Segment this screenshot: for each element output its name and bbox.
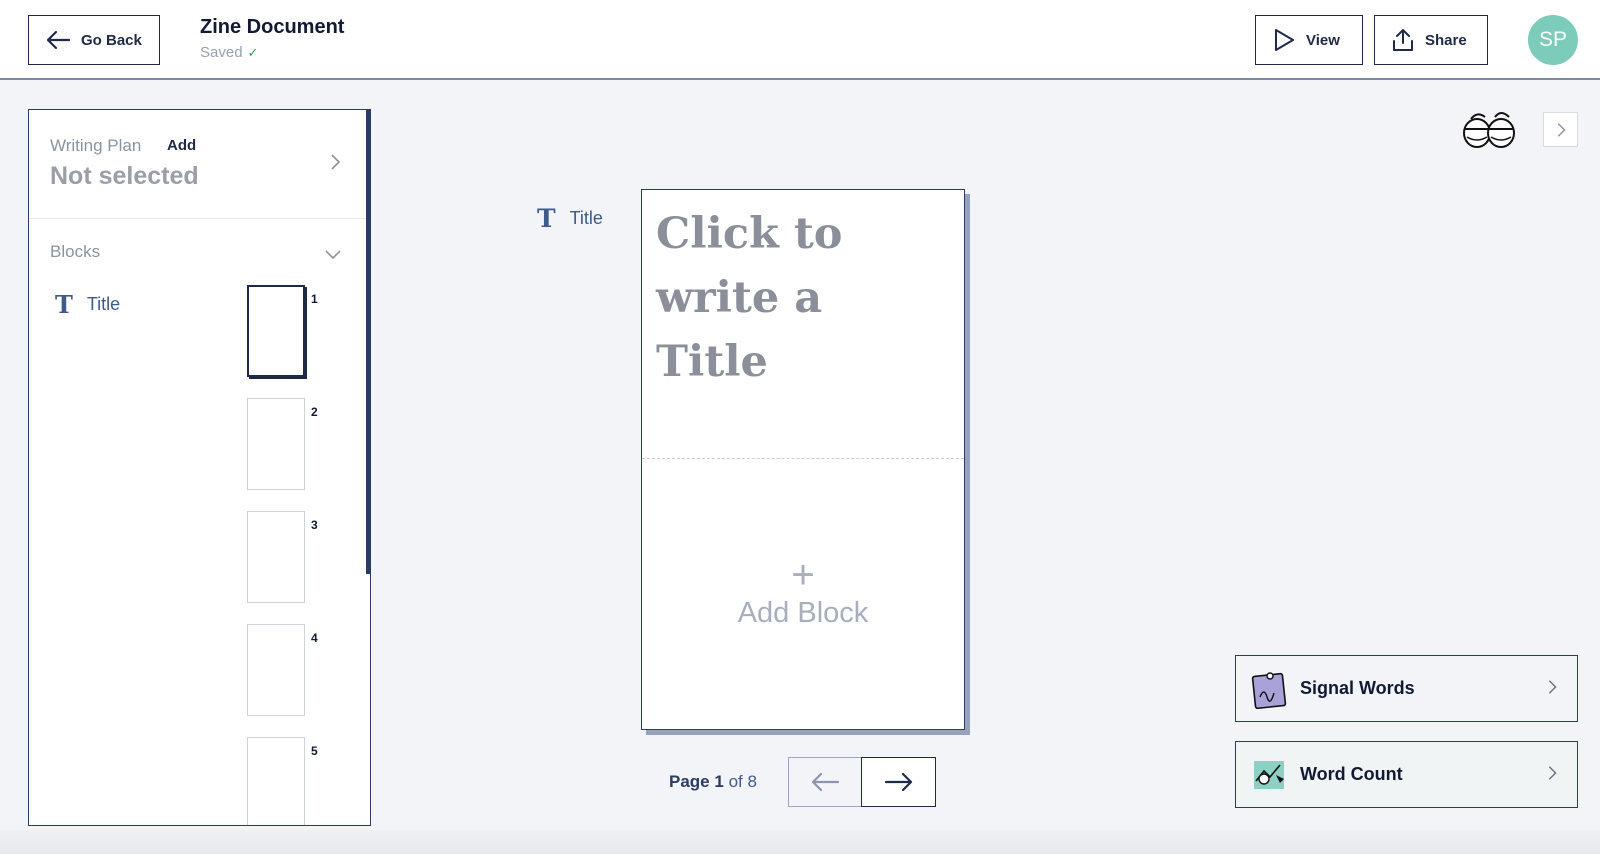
block-divider [642,458,964,459]
page-total: of 8 [728,772,757,791]
page-thumbnail-3[interactable] [247,511,305,603]
page-indicator: Page 1 of 8 [669,772,757,792]
sticky-note-icon [1251,671,1287,709]
view-button[interactable]: View [1255,15,1363,65]
share-button[interactable]: Share [1374,15,1488,65]
share-label: Share [1425,31,1467,49]
view-label: View [1306,31,1340,49]
writing-plan-label: Writing Plan [50,136,142,155]
avatar[interactable]: SP [1528,15,1578,65]
block-item-label: Title [86,294,121,314]
add-block-label: Add Block [737,597,869,629]
title-placeholder[interactable]: Click to write a Title [656,202,946,394]
go-back-button[interactable]: Go Back [28,15,160,65]
writing-plan-add-link[interactable]: Add [167,137,196,154]
signal-words-label: Signal Words [1300,678,1415,698]
arrow-left-icon [811,772,840,792]
page-thumbnail-5[interactable] [247,737,305,825]
mascot-eyes-icon[interactable] [1461,107,1519,151]
block-item-title[interactable]: T Title [55,290,120,319]
chevron-right-icon [1548,680,1557,694]
next-page-button[interactable] [861,757,936,807]
counting-icon [1254,760,1284,789]
save-status: Saved ✓ [200,44,258,61]
previous-page-button[interactable] [788,757,862,807]
blocks-label: Blocks [50,242,101,261]
signal-words-card[interactable]: Signal Words [1235,655,1578,722]
page-thumbnail-number: 2 [311,405,318,419]
page-thumbnail-1[interactable] [247,285,305,377]
page-thumbnail-4[interactable] [247,624,305,716]
page-thumbnail-number: 5 [311,744,318,758]
divider [29,218,370,219]
document-title: Zine Document [200,16,345,38]
title-icon: T [537,204,556,233]
play-icon [1275,29,1294,51]
writing-plan-value[interactable]: Not selected [50,162,199,191]
page-current: 1 [714,772,724,791]
page-thumbnail-2[interactable] [247,398,305,490]
chevron-right-icon [1548,766,1557,780]
block-side-label: T Title [537,204,603,233]
page-prefix: Page [669,772,710,791]
word-count-card[interactable]: Word Count [1235,741,1578,808]
zine-page: Click to write a Title + Add Block [641,189,965,730]
share-icon [1393,29,1413,51]
title-icon: T [55,290,73,319]
word-count-label: Word Count [1300,764,1403,784]
top-bar: Go Back Zine Document Saved ✓ View Share… [0,0,1600,80]
page-thumbnail-number: 3 [311,518,318,532]
checkmark-icon: ✓ [247,44,259,60]
bottom-edge [0,830,1600,854]
arrow-left-icon [46,30,71,50]
collapse-panel-button[interactable] [1543,112,1578,147]
left-panel: Writing Plan Add Not selected Blocks T T… [28,109,371,826]
chevron-right-icon[interactable] [325,152,345,172]
chevron-right-icon [1557,122,1566,137]
go-back-label: Go Back [81,31,142,49]
plus-icon: + [791,553,815,597]
page-thumbnail-number: 1 [311,292,318,306]
arrow-right-icon [884,772,912,792]
save-status-label: Saved [200,44,243,61]
sidebar-scrollbar[interactable] [366,109,371,574]
block-side-label-text: Title [569,208,603,228]
chevron-down-icon[interactable] [323,244,343,264]
add-block-button[interactable]: + Add Block [642,555,964,630]
page-thumbnail-number: 4 [311,631,318,645]
